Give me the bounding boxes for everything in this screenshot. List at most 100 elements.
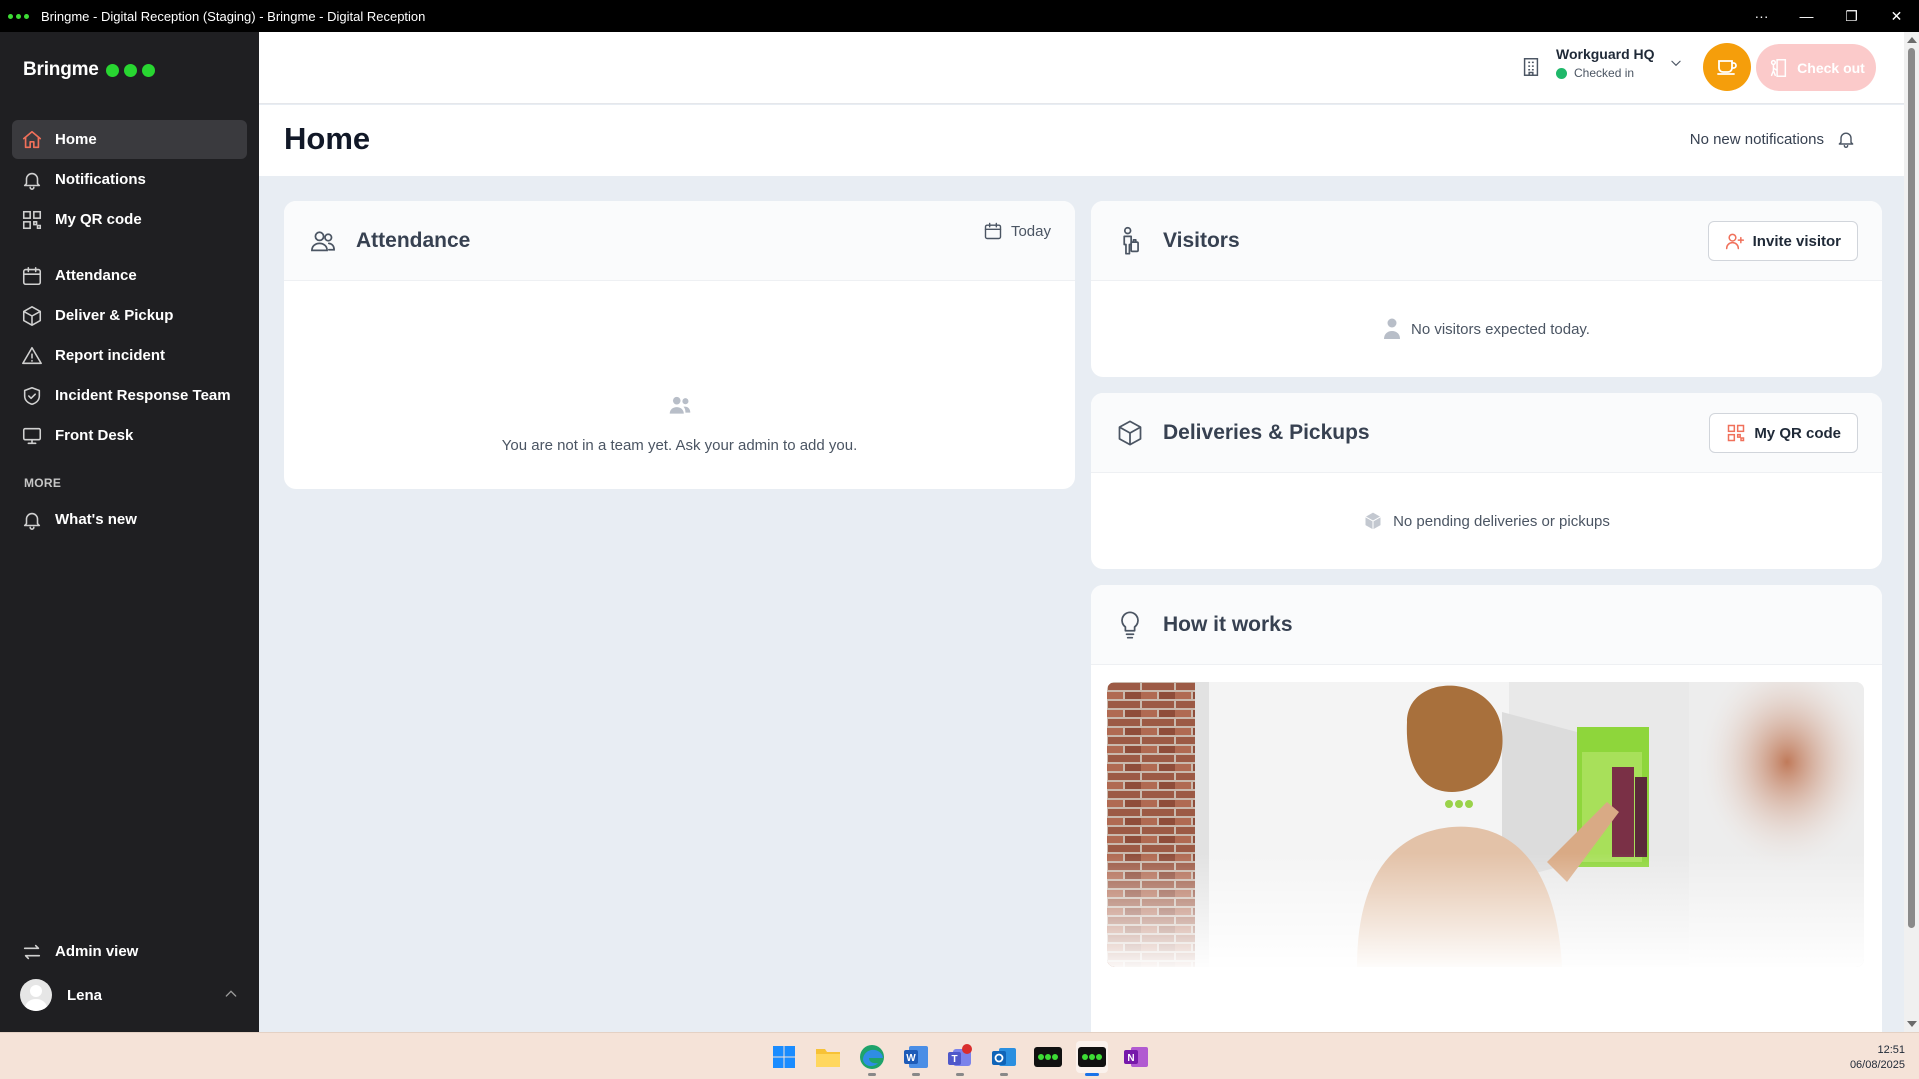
page-header: Home No new notifications xyxy=(259,105,1904,176)
admin-view-label: Admin view xyxy=(55,943,139,960)
deliveries-title: Deliveries & Pickups xyxy=(1163,420,1370,444)
notifications-text: No new notifications xyxy=(1689,130,1824,148)
package-icon xyxy=(1115,418,1145,448)
calendar-icon xyxy=(983,221,1003,241)
window-title: Bringme - Digital Reception (Staging) - … xyxy=(41,8,426,24)
attendance-empty-message: You are not in a team yet. Ask your admi… xyxy=(501,437,858,454)
sidebar-item-whats-new[interactable]: What's new xyxy=(12,500,247,539)
deliveries-card: Deliveries & Pickups My QR code No pendi… xyxy=(1091,393,1882,569)
sidebar-item-home[interactable]: Home xyxy=(12,120,247,159)
package-icon xyxy=(1363,511,1383,531)
deliveries-empty-message: No pending deliveries or pickups xyxy=(1393,512,1610,530)
main-scrollbar[interactable] xyxy=(1904,32,1919,1032)
date-filter-today[interactable]: Today xyxy=(983,221,1051,241)
svg-text:N: N xyxy=(1127,1053,1134,1064)
my-qr-code-button[interactable]: My QR code xyxy=(1709,413,1858,453)
qr-code-icon xyxy=(1726,423,1746,443)
sidebar-item-label: Incident Response Team xyxy=(55,387,231,404)
clock-date: 06/08/2025 xyxy=(1849,1059,1905,1071)
home-icon xyxy=(21,129,43,151)
visitors-empty-message: No visitors expected today. xyxy=(1411,320,1590,338)
calendar-icon xyxy=(21,265,43,287)
brand-name: Bringme xyxy=(23,59,99,80)
building-icon xyxy=(1520,56,1542,83)
admin-view-button[interactable]: Admin view xyxy=(12,932,247,971)
qr-code-icon xyxy=(21,209,43,231)
lightbulb-icon xyxy=(1115,610,1145,640)
attendance-card: Attendance Today You are not in a team y… xyxy=(284,201,1075,489)
window-title-bar: Bringme - Digital Reception (Staging) - … xyxy=(0,0,1919,32)
page-title: Home xyxy=(284,121,371,156)
bell-icon xyxy=(21,509,43,531)
location-name: Workguard HQ xyxy=(1556,46,1655,62)
scroll-down-icon[interactable] xyxy=(1907,1021,1917,1027)
close-button[interactable]: ✕ xyxy=(1874,0,1919,32)
scrollbar-thumb[interactable] xyxy=(1908,48,1915,928)
svg-text:W: W xyxy=(906,1053,916,1064)
bell-icon xyxy=(1836,129,1856,149)
svg-text:T: T xyxy=(951,1054,957,1065)
attendance-title: Attendance xyxy=(356,228,471,252)
brand-logo[interactable]: Bringme xyxy=(23,59,155,81)
sidebar-item-label: Notifications xyxy=(55,171,146,188)
visitors-card: Visitors Invite visitor No visitors expe… xyxy=(1091,201,1882,377)
bringme-staging-icon[interactable] xyxy=(1076,1041,1108,1076)
clock-time: 12:51 xyxy=(1877,1044,1905,1056)
my-qr-code-label: My QR code xyxy=(1754,424,1841,442)
how-it-works-image[interactable] xyxy=(1107,682,1864,967)
brand-dots-icon xyxy=(105,63,155,77)
file-explorer-icon[interactable] xyxy=(812,1041,844,1073)
package-icon xyxy=(21,305,43,327)
sidebar-item-report-incident[interactable]: Report incident xyxy=(12,336,247,375)
top-bar: Workguard HQ Checked in Check out xyxy=(259,32,1904,104)
break-button[interactable] xyxy=(1703,43,1751,91)
status-text: Checked in xyxy=(1574,66,1635,80)
taskbar: W T N 12:51 06/08/2025 xyxy=(0,1032,1919,1079)
sidebar-item-label: Attendance xyxy=(55,267,137,284)
team-icon xyxy=(667,392,693,423)
invite-visitor-button[interactable]: Invite visitor xyxy=(1707,221,1858,261)
switch-arrows-icon xyxy=(21,941,43,963)
invite-visitor-label: Invite visitor xyxy=(1752,232,1841,250)
exit-person-icon xyxy=(1767,57,1789,79)
bell-icon xyxy=(21,169,43,191)
system-clock[interactable]: 12:51 06/08/2025 xyxy=(1850,1043,1905,1073)
check-out-label: Check out xyxy=(1797,59,1865,76)
sidebar-item-notifications[interactable]: Notifications xyxy=(12,160,247,199)
check-out-button[interactable]: Check out xyxy=(1756,44,1876,91)
sidebar-item-attendance[interactable]: Attendance xyxy=(12,256,247,295)
edge-icon[interactable] xyxy=(856,1041,888,1076)
add-user-icon xyxy=(1725,231,1745,251)
warning-icon xyxy=(21,345,43,367)
restore-button[interactable]: ❐ xyxy=(1829,0,1874,32)
sidebar-item-label: Home xyxy=(55,131,97,148)
shield-check-icon xyxy=(21,385,43,407)
app-logo-icon xyxy=(8,13,29,19)
chevron-down-icon xyxy=(1669,56,1683,75)
windows-start-icon[interactable] xyxy=(768,1041,800,1073)
sidebar-item-label: Deliver & Pickup xyxy=(55,307,174,324)
sidebar-item-label: What's new xyxy=(55,511,137,528)
scroll-up-icon[interactable] xyxy=(1907,37,1917,43)
notifications-indicator[interactable]: No new notifications xyxy=(1690,129,1856,149)
bringme-icon[interactable] xyxy=(1032,1041,1064,1073)
person-icon xyxy=(1383,318,1401,340)
onenote-icon[interactable]: N xyxy=(1120,1041,1152,1073)
user-menu[interactable]: Lena xyxy=(20,978,239,1012)
window-menu-button[interactable]: ··· xyxy=(1739,0,1784,32)
sidebar-item-deliver-pickup[interactable]: Deliver & Pickup xyxy=(12,296,247,335)
location-selector[interactable]: Workguard HQ Checked in xyxy=(1520,46,1683,83)
teams-icon[interactable]: T xyxy=(944,1041,976,1076)
user-name: Lena xyxy=(67,986,103,1004)
sidebar-item-front-desk[interactable]: Front Desk xyxy=(12,416,247,455)
sidebar-item-incident-response-team[interactable]: Incident Response Team xyxy=(12,376,247,415)
sidebar-item-my-qr-code[interactable]: My QR code xyxy=(12,200,247,239)
deliveries-empty-state: No pending deliveries or pickups xyxy=(1091,473,1882,569)
outlook-icon[interactable] xyxy=(988,1041,1020,1076)
users-icon xyxy=(308,226,338,256)
minimize-button[interactable]: — xyxy=(1784,0,1829,32)
coffee-cup-icon xyxy=(1715,53,1739,82)
avatar xyxy=(20,979,52,1011)
word-icon[interactable]: W xyxy=(900,1041,932,1076)
check-in-status: Checked in xyxy=(1556,66,1655,80)
